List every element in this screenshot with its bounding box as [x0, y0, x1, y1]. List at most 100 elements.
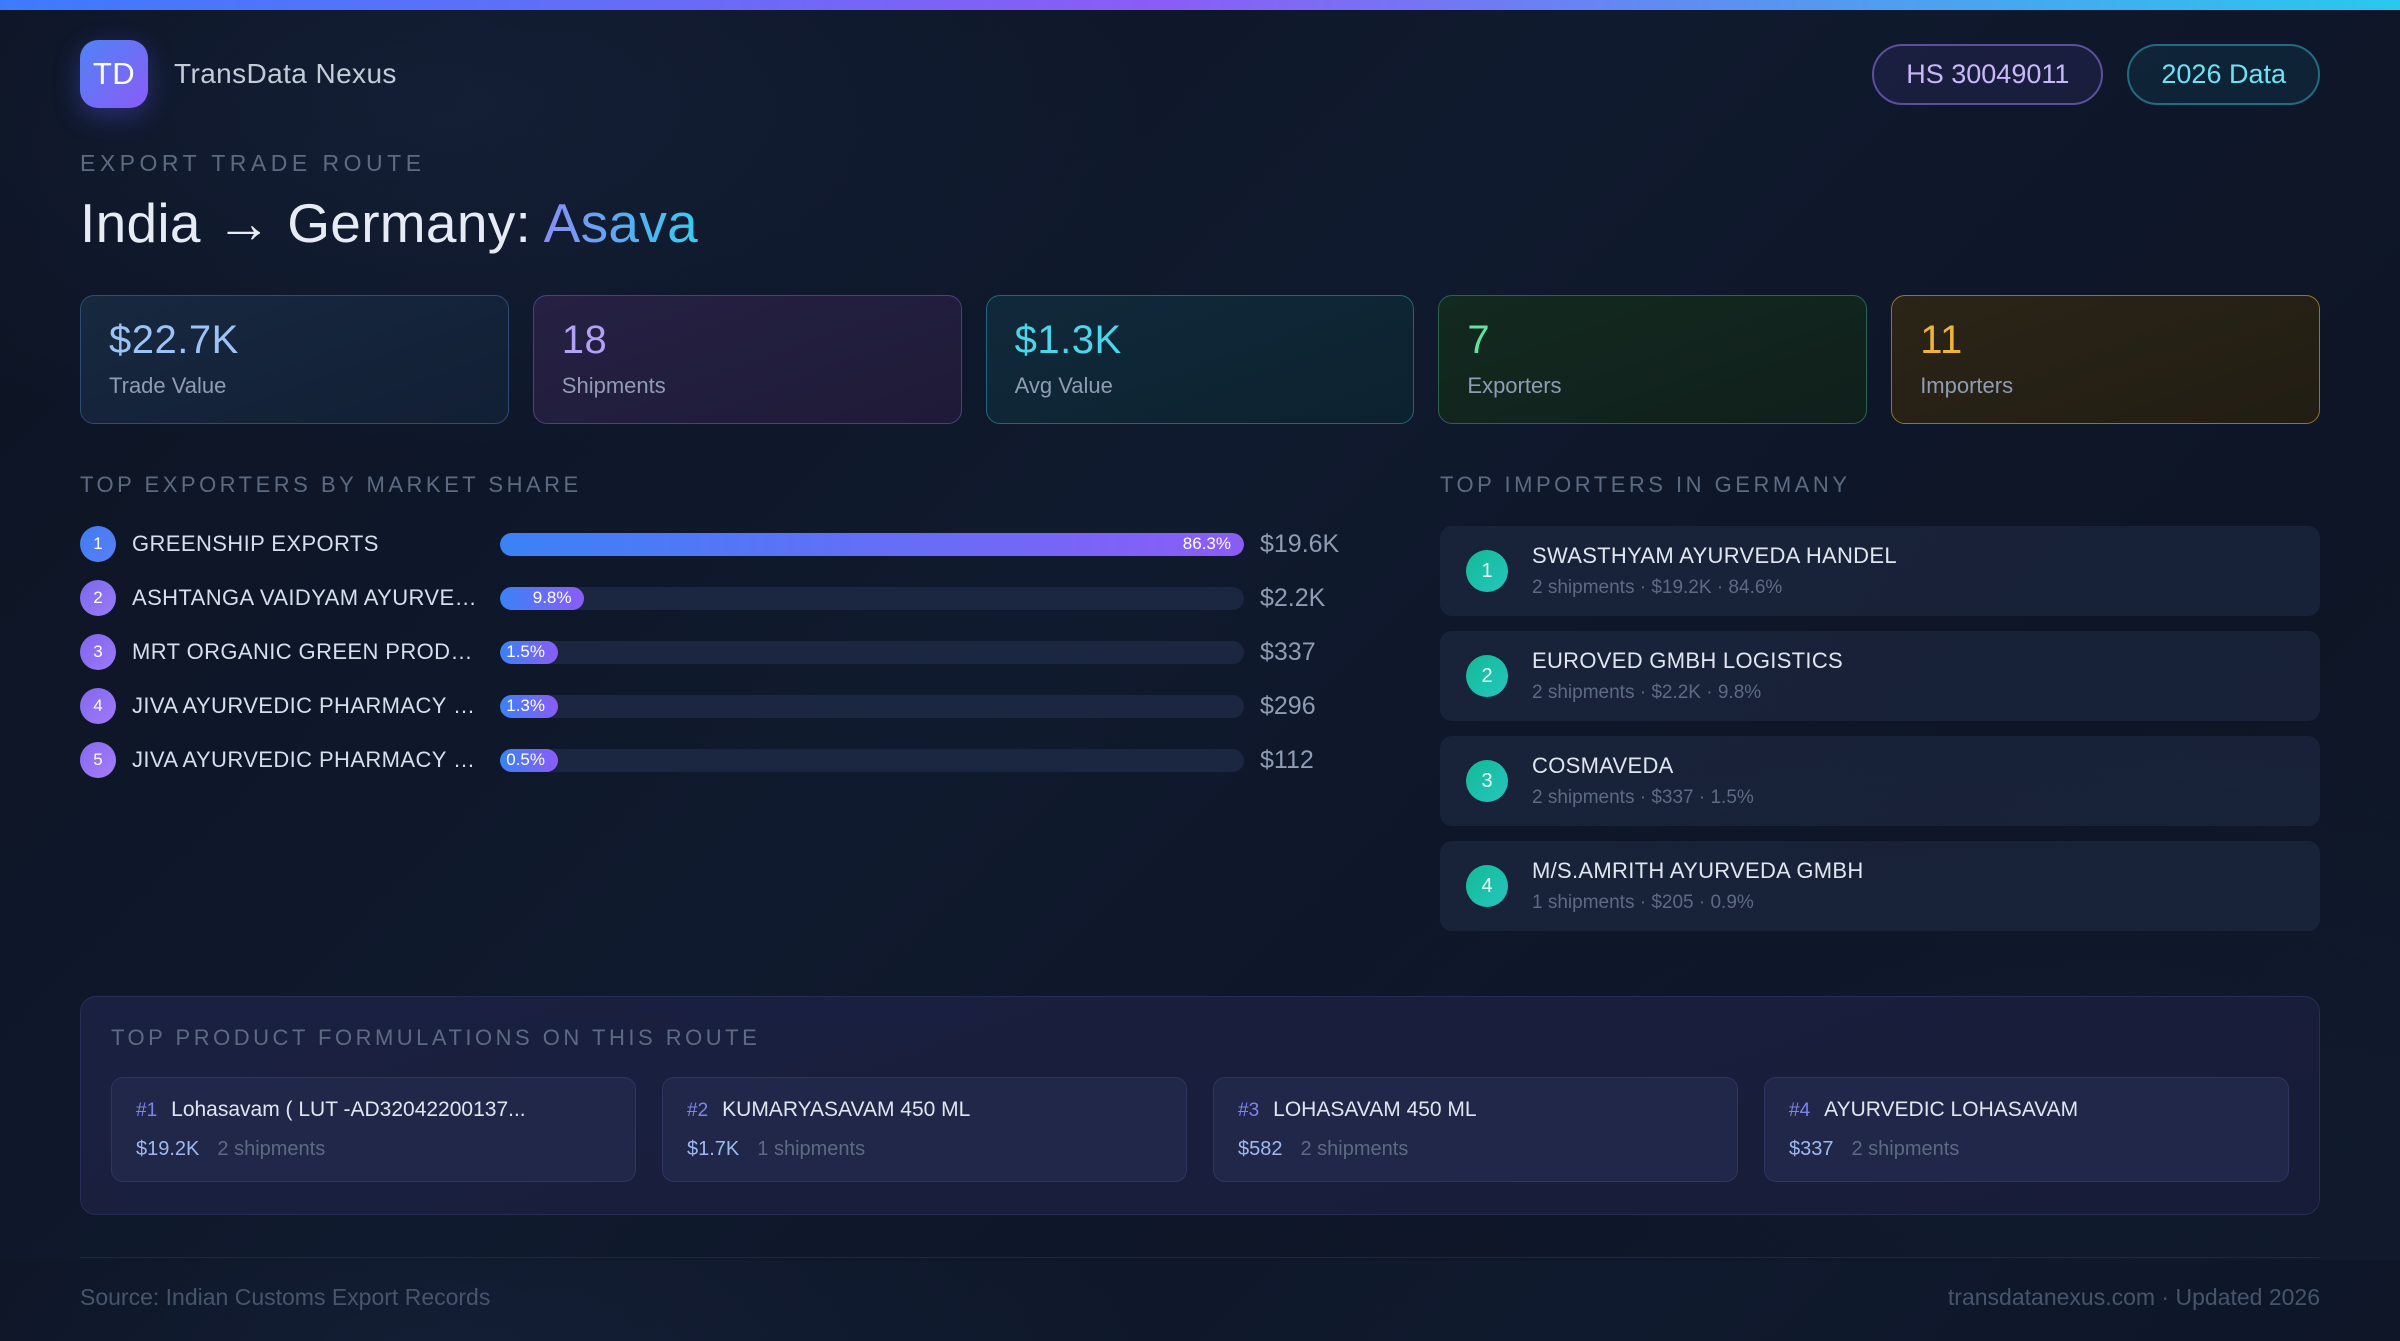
- exporter-value: $2.2K: [1260, 584, 1364, 613]
- rank-badge: 1: [1466, 550, 1508, 592]
- stat-value: 7: [1467, 318, 1838, 363]
- exporter-row: 4 JIVA AYURVEDIC PHARMACY LI... 1.3% $29…: [80, 688, 1364, 724]
- product-name: KUMARYASAVAM 450 ML: [722, 1098, 970, 1122]
- stat-card-exporters: 7 Exporters: [1438, 295, 1867, 424]
- products-heading: TOP PRODUCT FORMULATIONS ON THIS ROUTE: [111, 1025, 2289, 1051]
- brand-name: TransData Nexus: [174, 58, 397, 90]
- stat-card-avg-value: $1.3K Avg Value: [986, 295, 1415, 424]
- rank-badge: 1: [80, 526, 116, 562]
- importer-meta: 1 shipments · $205 · 0.9%: [1532, 892, 1864, 914]
- eyebrow-label: EXPORT TRADE ROUTE: [80, 150, 2320, 177]
- exporter-row: 1 GREENSHIP EXPORTS 86.3% $19.6K: [80, 526, 1364, 562]
- market-share-percent: 86.3%: [1183, 534, 1231, 554]
- stat-value: 11: [1920, 318, 2291, 363]
- market-share-bar-track: 86.3%: [500, 533, 1244, 556]
- exporter-name: GREENSHIP EXPORTS: [132, 531, 484, 557]
- product-card: #3 LOHASAVAM 450 ML $582 2 shipments: [1213, 1077, 1738, 1182]
- product-card: #4 AYURVEDIC LOHASAVAM $337 2 shipments: [1764, 1077, 2289, 1182]
- market-share-bar-fill: 0.5%: [500, 749, 558, 772]
- header: TD TransData Nexus HS 30049011 2026 Data: [80, 40, 2320, 108]
- exporters-section: TOP EXPORTERS BY MARKET SHARE 1 GREENSHI…: [80, 472, 1364, 796]
- product-shipments: 1 shipments: [757, 1138, 865, 1161]
- exporters-heading: TOP EXPORTERS BY MARKET SHARE: [80, 472, 1364, 498]
- importer-meta: 2 shipments · $337 · 1.5%: [1532, 787, 1754, 809]
- importer-card: 1 SWASTHYAM AYURVEDA HANDEL 2 shipments …: [1440, 526, 2320, 616]
- header-badges: HS 30049011 2026 Data: [1872, 44, 2320, 105]
- market-share-bar-fill: 9.8%: [500, 587, 584, 610]
- exporter-row: 5 JIVA AYURVEDIC PHARMACY LI... 0.5% $11…: [80, 742, 1364, 778]
- brand-logo: TD: [80, 40, 148, 108]
- product-value: $1.7K: [687, 1138, 739, 1161]
- importer-card: 3 COSMAVEDA 2 shipments · $337 · 1.5%: [1440, 736, 2320, 826]
- rank-badge: 2: [80, 580, 116, 616]
- exporter-value: $296: [1260, 692, 1364, 721]
- product-value: $19.2K: [136, 1138, 199, 1161]
- product-rank: #3: [1238, 1100, 1259, 1122]
- stat-value: $22.7K: [109, 318, 480, 363]
- stat-label: Avg Value: [1015, 373, 1386, 399]
- exporter-row: 2 ASHTANGA VAIDYAM AYURVEDICS 9.8% $2.2K: [80, 580, 1364, 616]
- stat-value: $1.3K: [1015, 318, 1386, 363]
- market-share-bar-track: 0.5%: [500, 749, 1244, 772]
- brand-group: TD TransData Nexus: [80, 40, 397, 108]
- importers-section: TOP IMPORTERS IN GERMANY 1 SWASTHYAM AYU…: [1440, 472, 2320, 946]
- products-panel: TOP PRODUCT FORMULATIONS ON THIS ROUTE #…: [80, 996, 2320, 1215]
- product-value: $582: [1238, 1138, 1283, 1161]
- product-value: $337: [1789, 1138, 1834, 1161]
- main-columns: TOP EXPORTERS BY MARKET SHARE 1 GREENSHI…: [80, 472, 2320, 946]
- rank-badge: 4: [1466, 865, 1508, 907]
- importer-meta: 2 shipments · $19.2K · 84.6%: [1532, 577, 1897, 599]
- exporter-value: $112: [1260, 746, 1364, 775]
- product-title: #1 Lohasavam ( LUT -AD32042200137...: [136, 1098, 611, 1122]
- importer-name: M/S.AMRITH AYURVEDA GMBH: [1532, 858, 1864, 884]
- product-shipments: 2 shipments: [1301, 1138, 1409, 1161]
- stat-card-trade-value: $22.7K Trade Value: [80, 295, 509, 424]
- product-shipments: 2 shipments: [1852, 1138, 1960, 1161]
- product-card: #2 KUMARYASAVAM 450 ML $1.7K 1 shipments: [662, 1077, 1187, 1182]
- market-share-bar-fill: 1.5%: [500, 641, 558, 664]
- stat-card-importers: 11 Importers: [1891, 295, 2320, 424]
- product-stats: $582 2 shipments: [1238, 1138, 1713, 1161]
- importer-card: 2 EUROVED GMBH LOGISTICS 2 shipments · $…: [1440, 631, 2320, 721]
- product-rank: #4: [1789, 1100, 1810, 1122]
- market-share-percent: 1.3%: [506, 696, 545, 716]
- product-stats: $1.7K 1 shipments: [687, 1138, 1162, 1161]
- product-name: Lohasavam ( LUT -AD32042200137...: [171, 1098, 526, 1122]
- product-rank: #1: [136, 1100, 157, 1122]
- importer-name: COSMAVEDA: [1532, 753, 1754, 779]
- footer: Source: Indian Customs Export Records tr…: [80, 1257, 2320, 1341]
- stat-label: Exporters: [1467, 373, 1838, 399]
- page-title-route: India → Germany:: [80, 192, 544, 254]
- exporter-name: MRT ORGANIC GREEN PRODUCTS: [132, 639, 484, 665]
- page-title-product: Asava: [544, 192, 698, 254]
- market-share-bar-track: 9.8%: [500, 587, 1244, 610]
- importers-heading: TOP IMPORTERS IN GERMANY: [1440, 472, 2320, 498]
- product-name: AYURVEDIC LOHASAVAM: [1824, 1098, 2078, 1122]
- rank-badge: 3: [80, 634, 116, 670]
- exporter-row: 3 MRT ORGANIC GREEN PRODUCTS 1.5% $337: [80, 634, 1364, 670]
- importer-name: EUROVED GMBH LOGISTICS: [1532, 648, 1843, 674]
- footer-site: transdatanexus.com · Updated 2026: [1948, 1284, 2320, 1311]
- product-card: #1 Lohasavam ( LUT -AD32042200137... $19…: [111, 1077, 636, 1182]
- product-grid: #1 Lohasavam ( LUT -AD32042200137... $19…: [111, 1077, 2289, 1182]
- importer-card: 4 M/S.AMRITH AYURVEDA GMBH 1 shipments ·…: [1440, 841, 2320, 931]
- exporter-name: JIVA AYURVEDIC PHARMACY LI...: [132, 693, 484, 719]
- market-share-bar-track: 1.5%: [500, 641, 1244, 664]
- market-share-bar-track: 1.3%: [500, 695, 1244, 718]
- product-title: #2 KUMARYASAVAM 450 ML: [687, 1098, 1162, 1122]
- top-accent-bar: [0, 0, 2400, 10]
- stat-card-shipments: 18 Shipments: [533, 295, 962, 424]
- product-stats: $19.2K 2 shipments: [136, 1138, 611, 1161]
- product-name: LOHASAVAM 450 ML: [1273, 1098, 1476, 1122]
- stat-label: Trade Value: [109, 373, 480, 399]
- data-year-badge[interactable]: 2026 Data: [2127, 44, 2320, 105]
- rank-badge: 4: [80, 688, 116, 724]
- product-rank: #2: [687, 1100, 708, 1122]
- product-stats: $337 2 shipments: [1789, 1138, 2264, 1161]
- product-title: #4 AYURVEDIC LOHASAVAM: [1789, 1098, 2264, 1122]
- hs-code-badge[interactable]: HS 30049011: [1872, 44, 2103, 105]
- page-container: TD TransData Nexus HS 30049011 2026 Data…: [0, 40, 2400, 1341]
- stat-value: 18: [562, 318, 933, 363]
- exporter-value: $337: [1260, 638, 1364, 667]
- rank-badge: 5: [80, 742, 116, 778]
